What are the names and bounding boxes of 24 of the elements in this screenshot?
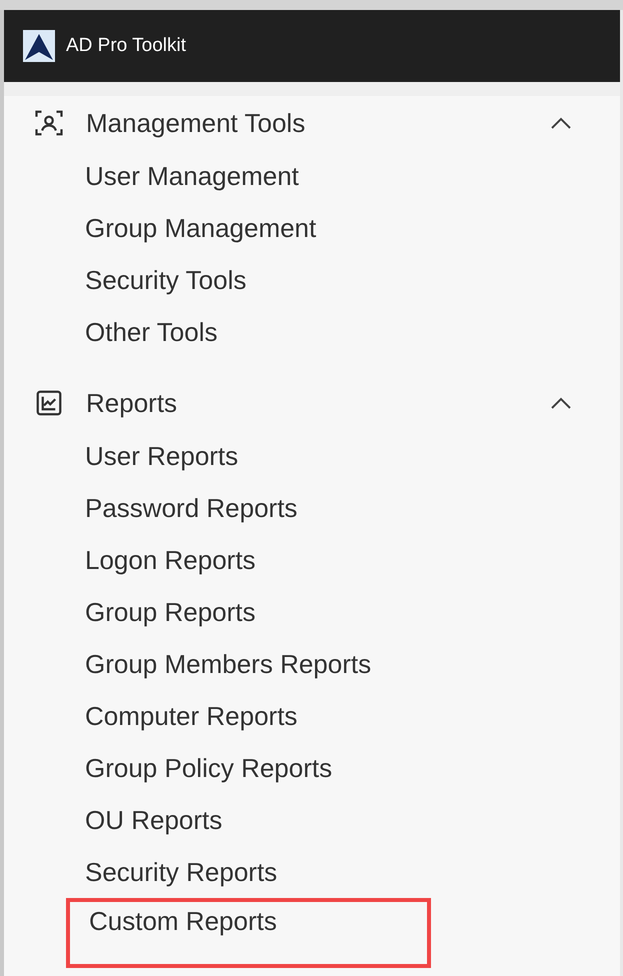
nav-item[interactable]: Password Reports xyxy=(4,482,620,534)
section-title: Management Tools xyxy=(86,106,306,140)
nav-item[interactable]: Computer Reports xyxy=(4,690,620,742)
nav-item[interactable]: Group Management xyxy=(4,202,620,254)
section-title: Reports xyxy=(86,386,178,420)
section-header[interactable]: Management Tools xyxy=(4,96,620,150)
app-title: AD Pro Toolkit xyxy=(66,34,186,58)
section-header[interactable]: Reports xyxy=(4,376,620,430)
nav-item[interactable]: Logon Reports xyxy=(4,534,620,586)
chevron-up-icon xyxy=(550,396,572,410)
nav-item[interactable]: User Management xyxy=(4,150,620,202)
nav-item[interactable]: Custom Reports xyxy=(66,898,431,968)
nav-item[interactable]: OU Reports xyxy=(4,794,620,846)
nav-item[interactable]: Security Tools xyxy=(4,254,620,306)
person-scan-icon xyxy=(34,108,64,138)
chart-icon xyxy=(34,388,64,418)
nav-item[interactable]: Group Members Reports xyxy=(4,638,620,690)
nav-item[interactable]: Security Reports xyxy=(4,846,620,898)
nav-item[interactable]: Group Reports xyxy=(4,586,620,638)
chevron-up-icon xyxy=(550,116,572,130)
nav-item[interactable]: Group Policy Reports xyxy=(4,742,620,794)
nav-item[interactable]: User Reports xyxy=(4,430,620,482)
logo-icon xyxy=(23,30,55,62)
nav-item[interactable]: Other Tools xyxy=(4,306,620,358)
